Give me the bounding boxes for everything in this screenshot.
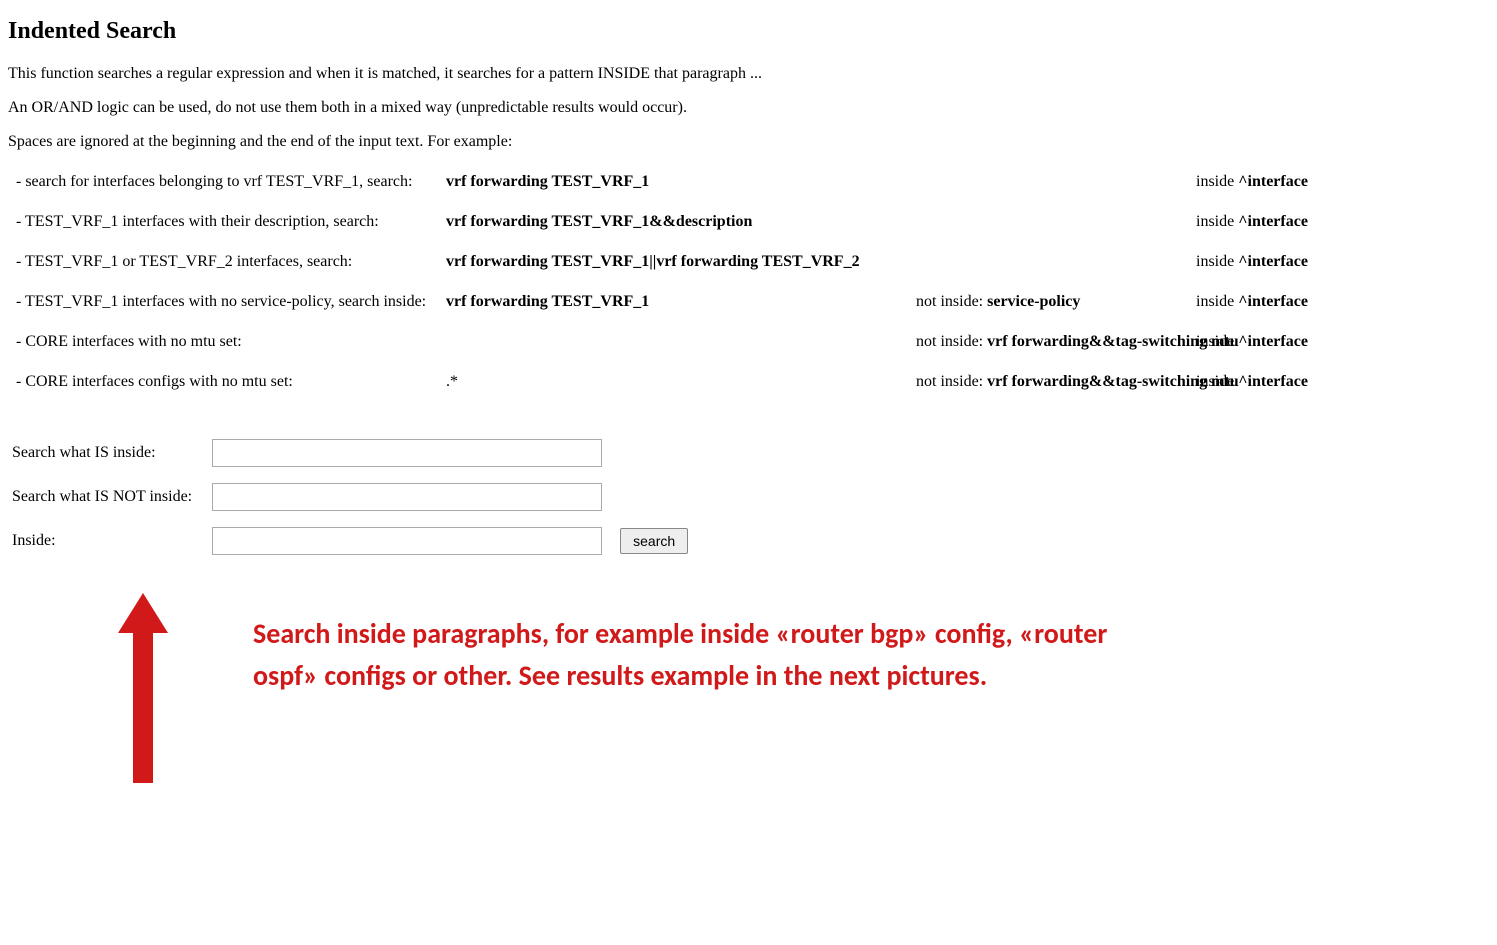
example-desc: - CORE interfaces with no mtu set: — [16, 333, 446, 351]
is-not-inside-label: Search what IS NOT inside: — [8, 475, 208, 519]
intro-paragraph-2: An OR/AND logic can be used, do not use … — [8, 99, 1497, 117]
example-inside: inside ^interface — [1196, 293, 1366, 311]
example-desc: - search for interfaces belonging to vrf… — [16, 173, 446, 191]
example-desc: - CORE interfaces configs with no mtu se… — [16, 373, 446, 391]
example-search: vrf forwarding TEST_VRF_1 — [446, 293, 916, 311]
example-inside: inside ^interface — [1196, 333, 1366, 351]
example-row: - CORE interfaces configs with no mtu se… — [16, 373, 1497, 391]
example-not: not inside: vrf forwarding&&tag-switchin… — [916, 333, 1196, 351]
is-not-inside-input[interactable] — [212, 483, 602, 511]
inside-label: Inside: — [8, 519, 208, 563]
example-not: not inside: vrf forwarding&&tag-switchin… — [916, 373, 1196, 391]
examples-block: - search for interfaces belonging to vrf… — [16, 173, 1497, 391]
example-desc: - TEST_VRF_1 interfaces with no service-… — [16, 293, 446, 311]
search-button[interactable]: search — [620, 528, 688, 554]
example-row: - TEST_VRF_1 interfaces with their descr… — [16, 213, 1497, 231]
example-row: - search for interfaces belonging to vrf… — [16, 173, 1497, 191]
example-search: vrf forwarding TEST_VRF_1&&description — [446, 213, 916, 231]
example-inside: inside ^interface — [1196, 373, 1366, 391]
arrow-up-icon — [118, 593, 168, 783]
example-row: - CORE interfaces with no mtu set: not i… — [16, 333, 1497, 351]
intro-paragraph-1: This function searches a regular express… — [8, 65, 1497, 83]
example-inside: inside ^interface — [1196, 253, 1366, 271]
page-title: Indented Search — [8, 18, 1497, 45]
example-row: - TEST_VRF_1 or TEST_VRF_2 interfaces, s… — [16, 253, 1497, 271]
example-search: vrf forwarding TEST_VRF_1||vrf forwardin… — [446, 253, 916, 271]
example-desc: - TEST_VRF_1 or TEST_VRF_2 interfaces, s… — [16, 253, 446, 271]
example-not: not inside: service-policy — [916, 293, 1196, 311]
is-inside-label: Search what IS inside: — [8, 431, 208, 475]
inside-input[interactable] — [212, 527, 602, 555]
example-row: - TEST_VRF_1 interfaces with no service-… — [16, 293, 1497, 311]
example-inside: inside ^interface — [1196, 173, 1366, 191]
example-desc: - TEST_VRF_1 interfaces with their descr… — [16, 213, 446, 231]
search-form: Search what IS inside: Search what IS NO… — [8, 431, 692, 563]
intro-paragraph-3: Spaces are ignored at the beginning and … — [8, 133, 1497, 151]
is-inside-input[interactable] — [212, 439, 602, 467]
example-search: .* — [446, 373, 916, 391]
example-search: vrf forwarding TEST_VRF_1 — [446, 173, 916, 191]
example-inside: inside ^interface — [1196, 213, 1366, 231]
annotation-text: Search inside paragraphs, for example in… — [253, 613, 1153, 697]
